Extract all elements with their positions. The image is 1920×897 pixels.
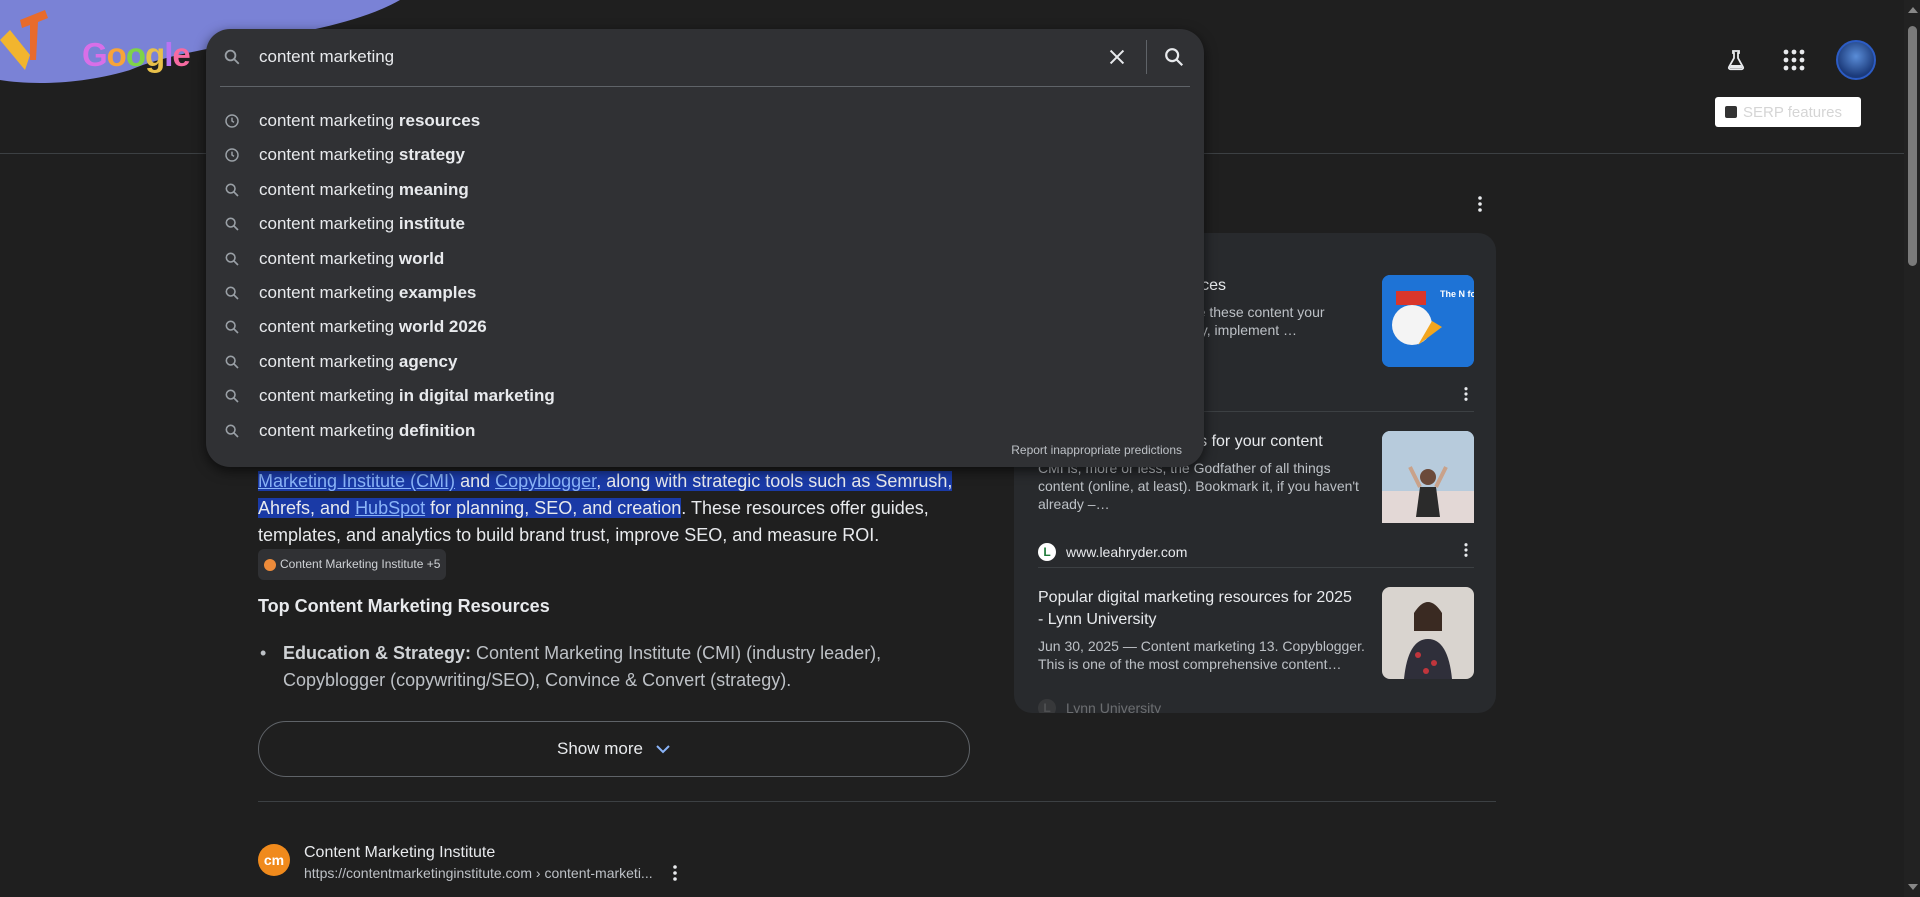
search-icon [224, 388, 240, 404]
suggestion-text: content marketing resources [259, 111, 481, 130]
scroll-down-arrow-icon[interactable] [1908, 884, 1918, 890]
clear-icon[interactable] [1106, 46, 1128, 68]
account-avatar[interactable] [1836, 40, 1876, 80]
suggestion-text: content marketing meaning [259, 179, 469, 199]
card-thumbnail [1382, 587, 1474, 679]
page-scrollbar[interactable] [1904, 0, 1920, 897]
card-thumbnail [1382, 431, 1474, 523]
suggestion-text: content marketing world 2026 [259, 317, 487, 337]
source-chip[interactable]: Content Marketing Institute +5 [258, 549, 447, 580]
search-icon [224, 251, 240, 267]
suggestion-text: content marketing definition [259, 420, 476, 440]
cmi-logo-icon: cm [258, 844, 290, 876]
section-divider [258, 801, 1496, 802]
dropdown-divider [220, 86, 1190, 87]
more-vert-icon[interactable] [1464, 543, 1468, 557]
cmi-favicon-icon [264, 558, 276, 571]
scroll-up-arrow-icon[interactable] [1908, 7, 1918, 13]
search-result[interactable]: cm Content Marketing Institute https://c… [258, 844, 677, 881]
suggestion-item[interactable]: content marketing world 2026 [206, 310, 1204, 344]
search-icon [224, 285, 240, 301]
search-icon [224, 216, 240, 232]
report-predictions-link[interactable]: Report inappropriate predictions [1011, 443, 1182, 457]
list-item: Education & Strategy: Content Marketing … [258, 640, 978, 694]
labs-flask-icon[interactable] [1720, 44, 1752, 76]
suggestion-text: content marketing world [259, 248, 445, 268]
more-vert-icon[interactable] [1478, 196, 1482, 212]
suggestion-item[interactable]: content marketing resources [206, 104, 1204, 138]
suggestion-text: content marketing agency [259, 351, 458, 371]
search-icon [224, 182, 240, 198]
site-favicon-icon: L [1038, 699, 1056, 713]
site-favicon-icon: L [1038, 543, 1056, 561]
suggestion-item[interactable]: content marketing in digital marketing [206, 379, 1204, 413]
search-icon [224, 49, 240, 65]
result-site-name[interactable]: Content Marketing Institute [304, 844, 677, 862]
link-hubspot[interactable]: HubSpot [355, 498, 425, 518]
ai-overview-text: Marketing Institute (CMI) and Copyblogge… [258, 468, 978, 580]
google-logo[interactable]: Google [82, 36, 191, 74]
more-vert-icon[interactable] [672, 865, 677, 881]
suggestion-item[interactable]: content marketing meaning [206, 173, 1204, 207]
search-icon [224, 354, 240, 370]
header-actions [1720, 40, 1876, 80]
scroll-thumb[interactable] [1908, 26, 1917, 266]
suggestion-item[interactable]: content marketing world [206, 242, 1204, 276]
search-input[interactable]: content marketing [259, 47, 394, 67]
suggestion-item[interactable]: content marketing examples [206, 276, 1204, 310]
serp-features-button[interactable]: SERP features [1715, 97, 1861, 127]
search-divider [1146, 40, 1147, 74]
suggestion-item[interactable]: content marketing agency [206, 345, 1204, 379]
search-dropdown: content marketing content marketing reso… [206, 29, 1204, 467]
link-copyblogger[interactable]: Copyblogger [495, 471, 596, 491]
suggestion-item[interactable]: content marketing strategy [206, 138, 1204, 172]
source-card[interactable]: Popular digital marketing resources for … [1038, 587, 1474, 713]
svg-text:The N for Con Marke: The N for Con Marke [1440, 289, 1474, 299]
suggestion-text: content marketing strategy [259, 145, 466, 165]
checkbox-icon [1725, 106, 1737, 118]
result-url[interactable]: https://contentmarketinginstitute.com › … [304, 865, 653, 881]
more-vert-icon[interactable] [1464, 387, 1468, 401]
search-icon [224, 423, 240, 439]
chevron-down-icon [656, 745, 670, 754]
suggestion-item[interactable]: content marketing institute [206, 207, 1204, 241]
section-title: Top Content Marketing Resources [258, 596, 550, 616]
search-submit-icon[interactable] [1163, 46, 1185, 68]
history-icon [224, 113, 240, 129]
link-cmi[interactable]: Marketing Institute (CMI) [258, 471, 455, 491]
card-thumbnail: The N for Con Marke [1382, 275, 1496, 367]
card-divider [1038, 567, 1474, 568]
suggestion-text: content marketing examples [259, 283, 477, 302]
history-icon [224, 147, 240, 163]
show-more-button[interactable]: Show more [258, 721, 970, 777]
suggestion-text: content marketing institute [259, 214, 465, 234]
apps-grid-icon[interactable] [1778, 44, 1810, 76]
search-bar[interactable]: content marketing [206, 29, 1204, 87]
suggestion-text: content marketing in digital marketing [259, 386, 555, 406]
search-icon [224, 319, 240, 335]
